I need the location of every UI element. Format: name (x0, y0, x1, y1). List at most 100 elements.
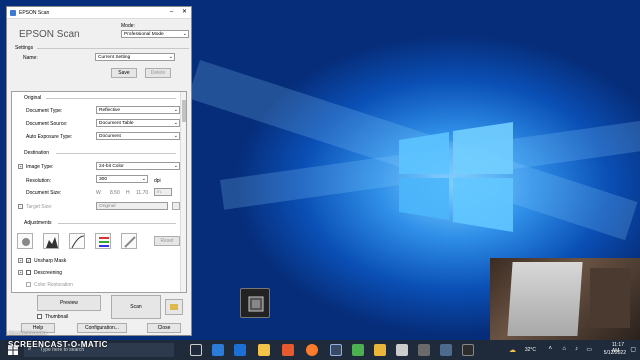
folder-app-icon[interactable] (374, 344, 386, 356)
scanner-app-icon[interactable] (240, 288, 270, 318)
target-size-options-button[interactable] (172, 202, 180, 210)
edge-icon[interactable] (212, 344, 224, 356)
name-select[interactable]: Current Setting ⌄ (95, 53, 175, 61)
configuration-button[interactable]: Configuration... (77, 323, 127, 333)
auto-exposure-tool-button[interactable] (17, 233, 33, 249)
name-value: Current Setting (98, 55, 131, 60)
histogram-icon (46, 237, 58, 248)
settings-divider (37, 48, 189, 49)
chevron-down-icon: ⌄ (168, 54, 173, 60)
app-icon-green[interactable] (352, 344, 364, 356)
network-icon[interactable]: ⌂ (562, 346, 566, 352)
app-icon-gray[interactable] (418, 344, 430, 356)
screencast-icon[interactable] (330, 344, 342, 356)
color-restoration-label: Color Restoration (34, 282, 73, 288)
scanner-taskbar-icon[interactable] (462, 344, 474, 356)
mode-select[interactable]: Professional Mode ⌄ (121, 30, 189, 38)
thumbnail-label: Thumbnail (45, 314, 69, 320)
file-explorer-icon[interactable] (258, 344, 270, 356)
volume-icon[interactable]: ♪ (575, 346, 578, 352)
color-restoration-checkbox[interactable] (26, 282, 31, 287)
minimize-icon[interactable]: – (165, 7, 178, 18)
task-view-icon[interactable] (190, 344, 202, 356)
document-type-select[interactable]: Reflective ⌄ (96, 106, 180, 114)
chevron-up-icon[interactable]: ˄ (548, 346, 552, 352)
eyedropper-icon (124, 236, 136, 248)
document-source-label: Document Source: (26, 121, 68, 127)
descreening-label: Descreening (34, 270, 63, 276)
vertical-scrollbar[interactable] (180, 92, 186, 292)
firefox-icon[interactable] (306, 344, 318, 356)
image-type-label: Image Type: (26, 164, 54, 170)
office-icon[interactable] (282, 344, 294, 356)
image-adjustment-tool-button[interactable] (95, 233, 111, 249)
scrollbar-thumb[interactable] (182, 100, 186, 122)
folder-icon (170, 304, 178, 310)
auto-exposure-icon (22, 238, 30, 246)
chevron-down-icon: ⌄ (173, 120, 178, 126)
expand-icon[interactable]: + (18, 270, 23, 275)
tone-correction-tool-button[interactable] (69, 233, 85, 249)
destination-heading: Destination (24, 150, 50, 156)
target-size-select[interactable]: Original (96, 202, 168, 210)
reset-button[interactable]: Reset (154, 236, 180, 246)
battery-icon[interactable]: ▭ (586, 346, 592, 353)
save-button[interactable]: Save (111, 68, 137, 78)
expand-icon[interactable]: + (18, 258, 23, 263)
header-row: EPSON Scan Mode: Professional Mode ⌄ (11, 21, 189, 47)
settings-heading: Settings (15, 45, 34, 51)
scan-label: Scan (130, 304, 142, 310)
person-silhouette (590, 268, 630, 328)
height-value: 11.70 (136, 190, 149, 196)
edge-dev-icon[interactable] (234, 344, 246, 356)
adjustments-heading: Adjustments (24, 220, 52, 226)
chip-icon (248, 296, 264, 312)
resolution-select[interactable]: 300 ⌄ (96, 175, 148, 183)
expand-icon[interactable]: + (18, 204, 23, 209)
weather-icon: ☁ (509, 347, 516, 354)
size-unit-value: in. (157, 190, 163, 195)
auto-exposure-label: Auto Exposure Type: (26, 134, 73, 140)
epson-taskbar-icon[interactable] (396, 344, 408, 356)
temperature-label: 32°C (524, 347, 536, 353)
auto-exposure-select[interactable]: Document ⌄ (96, 132, 180, 140)
histogram-tool-button[interactable] (43, 233, 59, 249)
descreening-checkbox[interactable] (26, 270, 31, 275)
original-heading: Original (24, 95, 42, 101)
settings-panel: Original Document Type: Reflective ⌄ Doc… (11, 91, 187, 293)
height-label: H (126, 190, 130, 196)
width-label: W (96, 190, 101, 196)
thumbnail-checkbox[interactable] (37, 314, 42, 319)
preview-button[interactable]: Preview (37, 295, 101, 311)
chevron-down-icon: ⌄ (173, 163, 178, 169)
size-unit-select[interactable]: in. (154, 188, 172, 196)
unsharp-mask-checkbox[interactable]: ✓ (26, 258, 31, 263)
expand-icon[interactable]: + (18, 164, 23, 169)
epson-app-icon (10, 9, 16, 16)
adjustments-divider (58, 223, 176, 224)
delete-button[interactable]: Delete (145, 68, 171, 78)
width-value: 8.50 (110, 190, 120, 196)
mode-value: Professional Mode (124, 32, 164, 37)
scanner-device (507, 262, 583, 336)
brand-title: EPSON Scan (19, 29, 80, 40)
color-balance-icon (99, 237, 109, 247)
color-palette-tool-button[interactable] (121, 233, 137, 249)
resolution-value: 300 (99, 177, 108, 182)
notification-icon[interactable]: ▢ (630, 346, 636, 353)
document-source-select[interactable]: Document Table ⌄ (96, 119, 180, 127)
close-button[interactable]: Close (147, 323, 181, 333)
clock-date[interactable]: 5/12/2022 (604, 350, 626, 356)
chevron-down-icon: ⌄ (182, 31, 187, 37)
chevron-down-icon: ⌄ (173, 107, 178, 113)
epson-scan-window: EPSON Scan – ✕ EPSON Scan Mode: Professi… (6, 6, 192, 336)
unsharp-mask-label: Unsharp Mask (34, 258, 67, 264)
scan-button[interactable]: Scan (111, 295, 161, 319)
windows-logo (399, 122, 513, 232)
file-save-settings-button[interactable] (165, 299, 183, 315)
app-icon-blue[interactable] (440, 344, 452, 356)
image-type-select[interactable]: 24-bit Color ⌄ (96, 162, 180, 170)
close-icon[interactable]: ✕ (178, 7, 191, 18)
document-source-value: Document Table (99, 121, 134, 126)
mode-label: Mode: (121, 23, 135, 29)
